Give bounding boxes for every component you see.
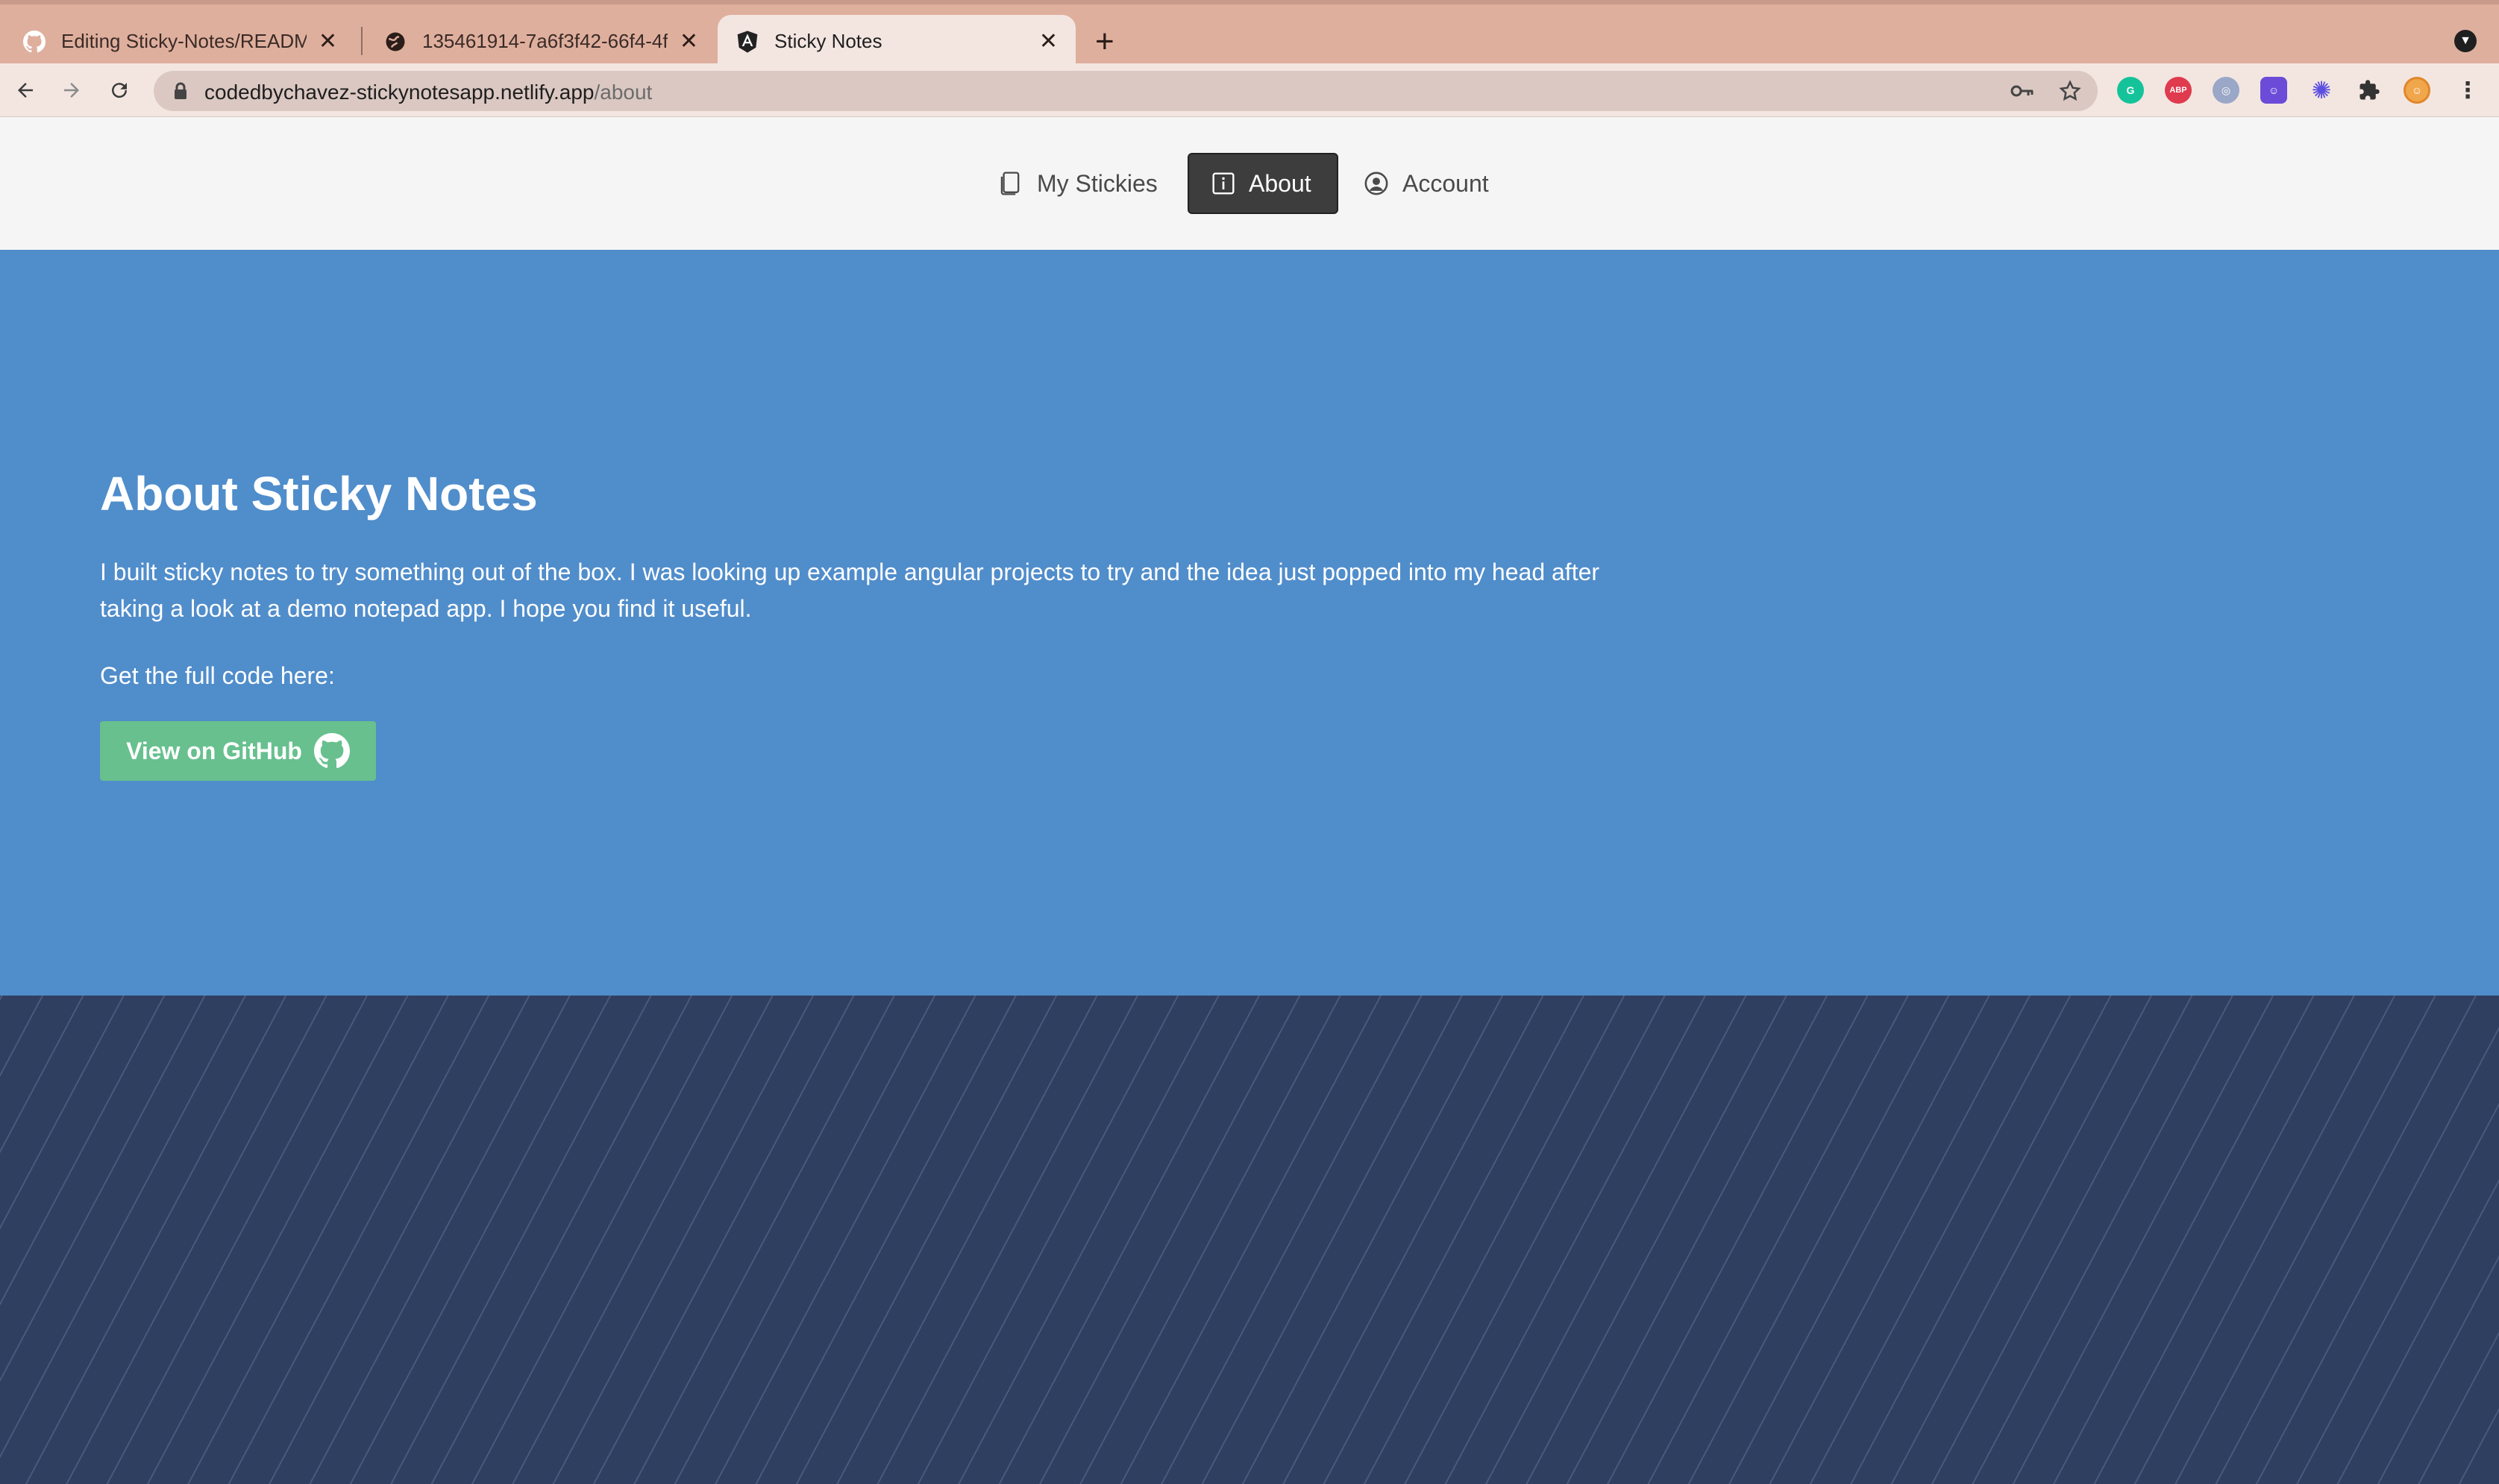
more-vert-icon[interactable]: ⋮	[2454, 77, 2481, 104]
tab-readme[interactable]: Editing Sticky-Notes/README.md ✕	[4, 15, 355, 68]
back-icon[interactable]	[9, 74, 42, 107]
angular-icon	[736, 30, 759, 54]
forward-icon[interactable]	[55, 74, 88, 107]
puzzle-icon[interactable]	[2356, 77, 2383, 104]
github-icon	[22, 30, 46, 54]
user-circle-icon	[1364, 172, 1388, 195]
browser-toolbar: codedbychavez-stickynotesapp.netlify.app…	[0, 63, 2499, 117]
info-icon	[1212, 172, 1235, 195]
tab-title: Editing Sticky-Notes/README.md	[61, 30, 307, 52]
new-tab-icon[interactable]: +	[1095, 21, 1114, 63]
nav-about[interactable]: About	[1188, 153, 1338, 214]
tab-separator	[361, 27, 363, 55]
url-text: codedbychavez-stickynotesapp.netlify.app…	[204, 81, 652, 104]
page-title: About Sticky Notes	[100, 467, 538, 521]
notes-icon	[1000, 172, 1020, 195]
bot-icon[interactable]: ☺	[2260, 77, 2287, 104]
globe-icon	[383, 30, 407, 54]
grammarly-icon[interactable]: G	[2117, 77, 2144, 104]
tab-title: 135461914-7a6f3f42-66f4-4fc	[422, 30, 668, 52]
github-icon	[313, 733, 350, 768]
spark-icon[interactable]: ✺	[2308, 77, 2335, 104]
reload-icon[interactable]	[103, 74, 136, 107]
close-icon[interactable]: ✕	[319, 28, 337, 54]
nav-label: Account	[1402, 169, 1489, 197]
button-label: View on GitHub	[126, 737, 302, 764]
tab-sticky-notes[interactable]: Sticky Notes ✕	[718, 15, 1076, 68]
lock-icon[interactable]	[173, 82, 188, 104]
key-icon[interactable]	[2010, 78, 2035, 104]
about-description: I built sticky notes to try something ou…	[100, 559, 1600, 622]
url-host: codedbychavez-stickynotesapp.netlify.app	[204, 81, 595, 104]
close-icon[interactable]: ✕	[680, 28, 698, 54]
nav-my-stickies[interactable]: My Stickies	[977, 153, 1180, 214]
url-path: /about	[594, 81, 653, 104]
adblock-icon[interactable]: ABP	[2165, 77, 2192, 104]
profile-avatar-icon[interactable]: ☺	[2404, 77, 2430, 104]
view-on-github-button[interactable]: View on GitHub	[100, 721, 376, 781]
code-link-caption: Get the full code here:	[100, 662, 335, 689]
tab-title: Sticky Notes	[774, 30, 882, 52]
address-bar[interactable]: codedbychavez-stickynotesapp.netlify.app…	[154, 71, 2098, 111]
tab-search-icon[interactable]: ▼	[2454, 30, 2477, 52]
nav-label: About	[1249, 169, 1311, 197]
tab-image[interactable]: 135461914-7a6f3f42-66f4-4fc ✕	[366, 15, 716, 68]
nav-label: My Stickies	[1037, 169, 1158, 197]
browser-tab-bar: Editing Sticky-Notes/README.md ✕ 1354619…	[0, 0, 2499, 68]
close-icon[interactable]: ✕	[1039, 28, 1058, 54]
about-section: About Sticky Notes I built sticky notes …	[0, 250, 2499, 996]
nav-account[interactable]: Account	[1341, 153, 1511, 214]
app-header: My Stickies About Account	[0, 117, 2499, 250]
reader-icon[interactable]: ◎	[2213, 77, 2239, 104]
star-icon[interactable]	[2057, 78, 2083, 104]
patterned-background	[0, 996, 2499, 1484]
